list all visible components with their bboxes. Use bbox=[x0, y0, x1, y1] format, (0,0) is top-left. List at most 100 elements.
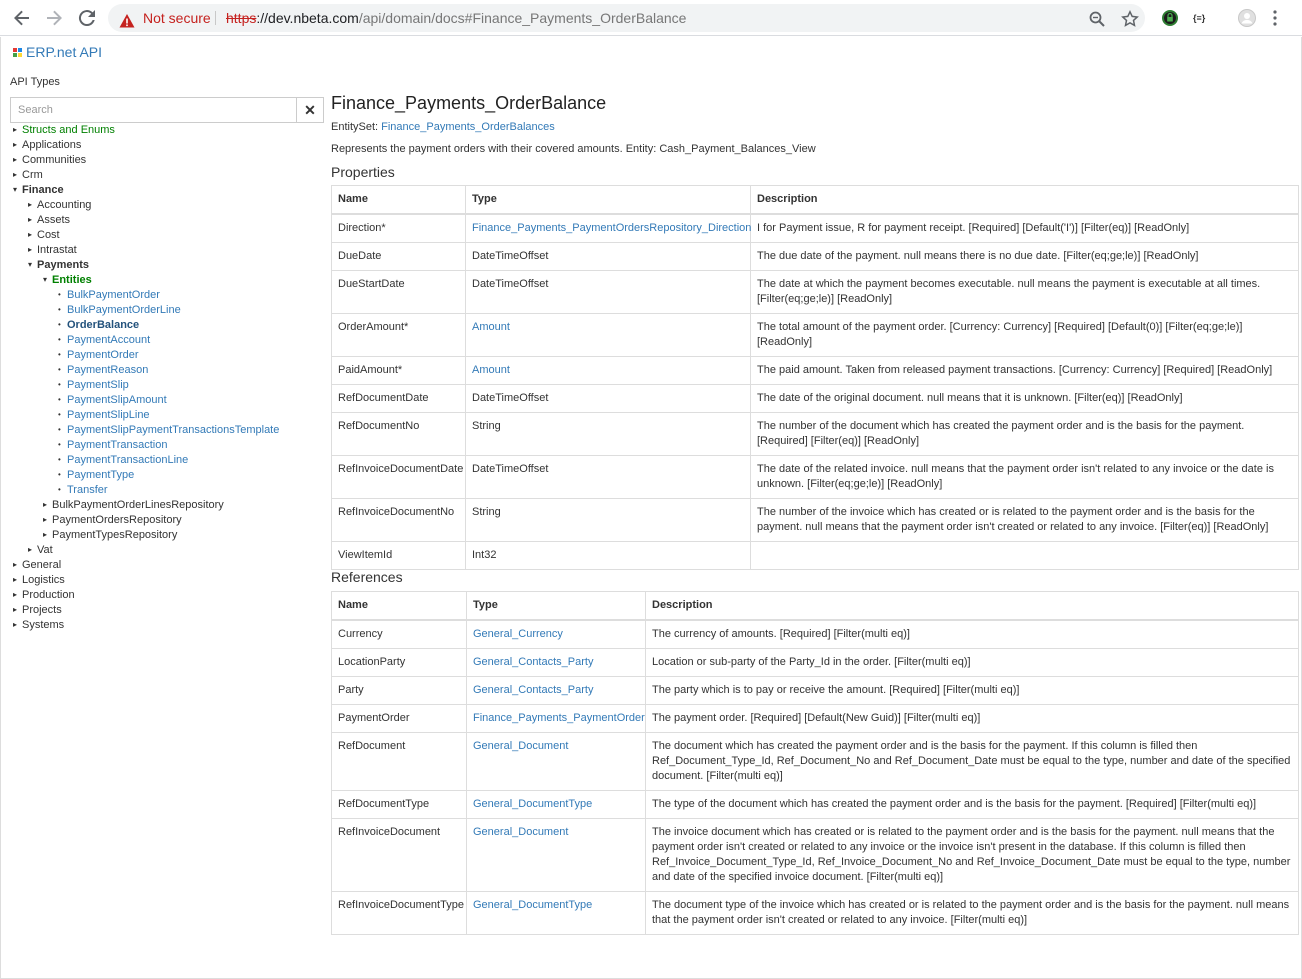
profile-avatar-icon[interactable] bbox=[1238, 9, 1256, 27]
caret-down-icon[interactable]: ▾ bbox=[43, 272, 52, 287]
tree-item[interactable]: ▸ Logistics bbox=[13, 572, 65, 587]
extension-json-icon[interactable]: {≡} bbox=[1193, 9, 1211, 27]
references-heading: References bbox=[331, 569, 403, 585]
tree-item[interactable]: • Transfer bbox=[58, 482, 108, 497]
tree-item-label: BulkPaymentOrderLinesRepository bbox=[52, 499, 224, 511]
tree-item[interactable]: • PaymentTransaction bbox=[58, 437, 167, 452]
tree-item[interactable]: ▸ Intrastat bbox=[28, 242, 77, 257]
tree-item[interactable]: ▸ General bbox=[13, 557, 61, 572]
type-link[interactable]: General_Contacts_Party bbox=[473, 684, 593, 696]
caret-right-icon[interactable]: ▸ bbox=[43, 497, 52, 512]
tree-item[interactable]: • PaymentTransactionLine bbox=[58, 452, 188, 467]
cell-name: RefInvoiceDocument bbox=[331, 817, 467, 892]
caret-right-icon[interactable]: ▸ bbox=[13, 122, 22, 137]
security-status[interactable]: Not secure bbox=[143, 4, 211, 32]
search-input[interactable] bbox=[11, 98, 297, 122]
menu-kebab-icon[interactable] bbox=[1272, 9, 1278, 27]
back-icon[interactable] bbox=[10, 6, 34, 30]
caret-right-icon[interactable]: ▸ bbox=[13, 152, 22, 167]
tree-item[interactable]: • PaymentSlipLine bbox=[58, 407, 150, 422]
caret-right-icon[interactable]: ▸ bbox=[28, 542, 37, 557]
table-row: DueStartDate DateTimeOffset The date at wh… bbox=[331, 269, 1299, 314]
bullet-icon: • bbox=[58, 380, 61, 389]
table-row: Currency General_Currency The currency of … bbox=[331, 619, 1299, 649]
tree-item[interactable]: ▾ Entities bbox=[43, 272, 92, 287]
caret-right-icon[interactable]: ▸ bbox=[13, 572, 22, 587]
cell-description: The currency of amounts. [Required] [Fil… bbox=[645, 619, 1299, 649]
cell-name: PaidAmount* bbox=[331, 355, 466, 385]
address-bar[interactable]: Not secure https://dev.nbeta.com/api/dom… bbox=[108, 4, 1145, 32]
tree-item[interactable]: ▸ Projects bbox=[13, 602, 62, 617]
caret-down-icon[interactable]: ▾ bbox=[13, 182, 22, 197]
tree-item[interactable]: • PaymentSlipPaymentTransactionsTemplate bbox=[58, 422, 279, 437]
caret-right-icon[interactable]: ▸ bbox=[43, 527, 52, 542]
properties-table: Name Type Description Direction* Finance_… bbox=[331, 185, 1299, 570]
extension-lock-icon[interactable] bbox=[1161, 9, 1179, 27]
type-link[interactable]: General_Document bbox=[473, 740, 568, 752]
tree-item-label: Vat bbox=[37, 544, 53, 556]
tree-item[interactable]: ▸ Crm bbox=[13, 167, 43, 182]
cell-description: The due date of the payment. null means … bbox=[750, 241, 1299, 271]
caret-down-icon[interactable]: ▾ bbox=[28, 257, 37, 272]
entity-summary: Represents the payment orders with their… bbox=[331, 143, 816, 155]
clear-search-button[interactable]: ✕ bbox=[296, 98, 323, 122]
caret-right-icon[interactable]: ▸ bbox=[13, 587, 22, 602]
tree-item[interactable]: • PaymentOrder bbox=[58, 347, 139, 362]
url-text[interactable]: https://dev.nbeta.com/api/domain/docs#Fi… bbox=[226, 4, 686, 32]
type-link[interactable]: General_Document bbox=[473, 826, 568, 838]
tree-item[interactable]: • BulkPaymentOrder bbox=[58, 287, 160, 302]
tree-item[interactable]: ▸ PaymentOrdersRepository bbox=[43, 512, 182, 527]
tree-item[interactable]: ▸ Vat bbox=[28, 542, 53, 557]
cell-description: I for Payment issue, R for payment recei… bbox=[750, 213, 1299, 243]
cell-name: LocationParty bbox=[331, 647, 467, 677]
cell-type: Int32 bbox=[465, 540, 751, 570]
type-link[interactable]: Amount bbox=[472, 364, 510, 376]
tree-item[interactable]: ▸ Applications bbox=[13, 137, 81, 152]
tree-item[interactable]: ▸ Assets bbox=[28, 212, 70, 227]
zoom-icon[interactable] bbox=[1088, 9, 1106, 27]
caret-right-icon[interactable]: ▸ bbox=[13, 617, 22, 632]
tree-item[interactable]: ▸ Systems bbox=[13, 617, 64, 632]
type-link[interactable]: General_Contacts_Party bbox=[473, 656, 593, 668]
tree-item[interactable]: ▸ PaymentTypesRepository bbox=[43, 527, 177, 542]
type-link[interactable]: General_DocumentType bbox=[473, 899, 592, 911]
star-icon[interactable] bbox=[1121, 9, 1139, 27]
entity-set-link[interactable]: Finance_Payments_OrderBalances bbox=[381, 121, 555, 133]
tree-item[interactable]: ▸ Structs and Enums bbox=[13, 122, 115, 137]
tree-item-label: Systems bbox=[22, 619, 65, 631]
tree-item[interactable]: • PaymentSlip bbox=[58, 377, 129, 392]
caret-right-icon[interactable]: ▸ bbox=[28, 197, 37, 212]
forward-icon[interactable] bbox=[42, 6, 66, 30]
type-link[interactable]: Finance_Payments_PaymentOrdersRepository… bbox=[472, 222, 751, 234]
caret-right-icon[interactable]: ▸ bbox=[13, 137, 22, 152]
caret-right-icon[interactable]: ▸ bbox=[43, 512, 52, 527]
reload-icon[interactable] bbox=[75, 6, 99, 30]
caret-right-icon[interactable]: ▸ bbox=[28, 212, 37, 227]
tree-item[interactable]: ▸ Communities bbox=[13, 152, 86, 167]
type-link[interactable]: General_Currency bbox=[473, 628, 563, 640]
tree-item[interactable]: • PaymentAccount bbox=[58, 332, 150, 347]
tree-item[interactable]: ▸ Cost bbox=[28, 227, 60, 242]
caret-right-icon[interactable]: ▸ bbox=[28, 227, 37, 242]
tree-item[interactable]: • OrderBalance bbox=[58, 317, 139, 332]
tree-item[interactable]: ▸ Accounting bbox=[28, 197, 91, 212]
type-link[interactable]: Finance_Payments_PaymentOrder bbox=[473, 712, 645, 724]
caret-right-icon[interactable]: ▸ bbox=[28, 242, 37, 257]
type-link[interactable]: General_DocumentType bbox=[473, 798, 592, 810]
tree-item[interactable]: ▾ Finance bbox=[13, 182, 64, 197]
tree-item[interactable]: ▾ Payments bbox=[28, 257, 89, 272]
tree-item[interactable]: • PaymentType bbox=[58, 467, 134, 482]
type-link[interactable]: Amount bbox=[472, 321, 510, 333]
brand-link[interactable]: ERP.net API bbox=[13, 44, 102, 60]
tree-item[interactable]: • PaymentReason bbox=[58, 362, 148, 377]
tree-item-label: Assets bbox=[37, 214, 71, 226]
bullet-icon: • bbox=[58, 410, 61, 419]
caret-right-icon[interactable]: ▸ bbox=[13, 602, 22, 617]
tree-item[interactable]: ▸ Production bbox=[13, 587, 75, 602]
caret-right-icon[interactable]: ▸ bbox=[13, 167, 22, 182]
tree-item[interactable]: ▸ BulkPaymentOrderLinesRepository bbox=[43, 497, 224, 512]
warning-icon[interactable] bbox=[119, 10, 135, 38]
tree-item[interactable]: • BulkPaymentOrderLine bbox=[58, 302, 181, 317]
tree-item[interactable]: • PaymentSlipAmount bbox=[58, 392, 167, 407]
caret-right-icon[interactable]: ▸ bbox=[13, 557, 22, 572]
